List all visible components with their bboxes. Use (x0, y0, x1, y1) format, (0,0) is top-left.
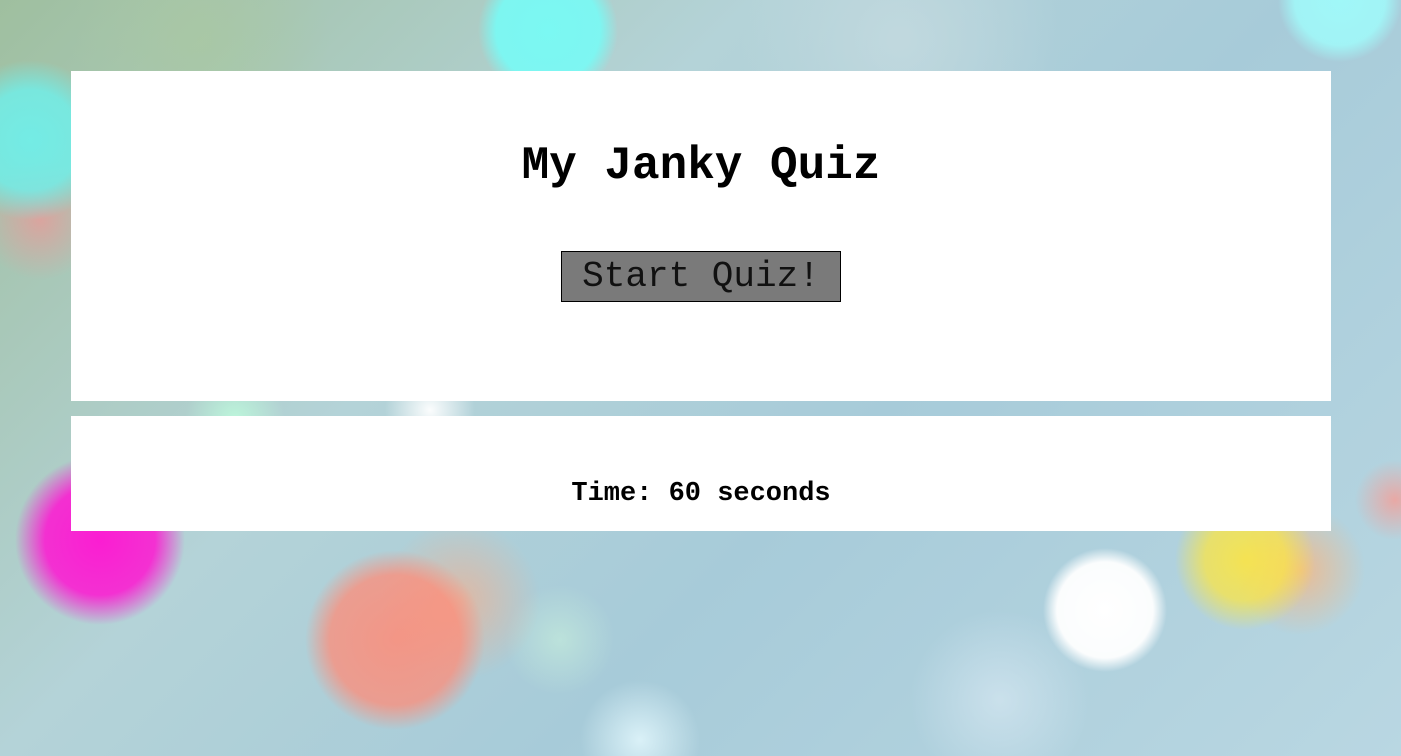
page-title: My Janky Quiz (521, 140, 881, 192)
quiz-header-card: My Janky Quiz Start Quiz! (71, 71, 1331, 401)
timer-card: Time: 60 seconds (71, 416, 1331, 531)
start-quiz-button[interactable]: Start Quiz! (561, 251, 841, 302)
timer-display: Time: 60 seconds (571, 479, 831, 509)
